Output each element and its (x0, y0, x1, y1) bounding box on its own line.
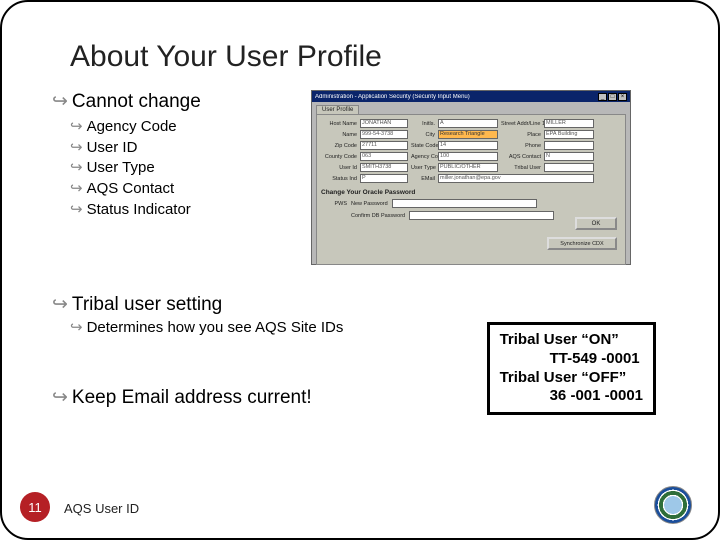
bullet-arrow-icon: ↪ (52, 90, 68, 114)
field-aqs[interactable]: N (544, 152, 594, 161)
field-agency[interactable]: 100 (438, 152, 498, 161)
screenshot-dialog: Administration - Application Security (S… (311, 90, 631, 265)
label-host: Host Name (321, 121, 357, 127)
page-number-badge: 11 (20, 492, 50, 522)
bullet-arrow-icon: ↪ (70, 180, 83, 199)
field-host[interactable]: JONATHAN (360, 119, 408, 128)
field-street2[interactable]: MILLER (544, 119, 594, 128)
field-userid[interactable]: SMITH3738 (360, 163, 408, 172)
slide-frame: About Your User Profile ↪Cannot change ↪… (0, 0, 720, 540)
callout-box: Tribal User “ON” TT-549 -0001 Tribal Use… (487, 322, 656, 415)
field-tribal[interactable] (544, 163, 594, 172)
field-state[interactable]: 14 (438, 141, 498, 150)
bullet-cannot-change: ↪Cannot change (52, 90, 297, 114)
bullet-arrow-icon: ↪ (52, 293, 68, 317)
label-agency: Agency Code (411, 154, 435, 160)
label-initl: Initls. (411, 121, 435, 127)
field-initl[interactable]: A (438, 119, 498, 128)
label-name: Name (321, 132, 357, 138)
field-city[interactable]: Research Triangle (438, 130, 498, 139)
bullet-agency-code: ↪Agency Code (70, 118, 297, 137)
hint-new-password: New Password (351, 201, 388, 207)
bullet-arrow-icon: ↪ (70, 159, 83, 178)
sync-button[interactable]: Synchronize CDX (547, 237, 617, 250)
bullet-arrow-icon: ↪ (70, 201, 83, 220)
form-grid: Host Name JONATHAN Initls. A Street Addr… (321, 119, 621, 183)
bullet-user-type: ↪User Type (70, 159, 297, 178)
callout-off-label: Tribal User “OFF” (500, 369, 643, 388)
label-tribal: Tribal User (501, 165, 541, 171)
tab-user-profile[interactable]: User Profile (316, 105, 359, 114)
callout-on-label: Tribal User “ON” (500, 331, 643, 350)
tab-bar: User Profile (316, 105, 630, 114)
field-county[interactable]: 063 (360, 152, 408, 161)
label-status: Status Ind (321, 176, 357, 182)
field-usertype[interactable]: PUBLIC/OTHER (438, 163, 498, 172)
maximize-icon[interactable]: □ (608, 93, 617, 101)
left-column: ↪Cannot change ↪Agency Code ↪User ID ↪Us… (52, 90, 297, 265)
field-confirm-password[interactable] (409, 211, 554, 220)
bullet-user-id: ↪User ID (70, 139, 297, 158)
section-change-password: Change Your Oracle Password (321, 189, 621, 196)
bullet-status-indicator: ↪Status Indicator (70, 201, 297, 220)
label-aqs: AQS Contact (501, 154, 541, 160)
form-panel: Host Name JONATHAN Initls. A Street Addr… (316, 114, 626, 265)
right-column: Administration - Application Security (S… (311, 90, 668, 265)
label-userid: User Id (321, 165, 357, 171)
label-pws: PWS (321, 201, 347, 207)
slide-title: About Your User Profile (70, 40, 668, 74)
callout-on-value: TT-549 -0001 (550, 350, 643, 369)
field-name[interactable]: 999-54-3738 (360, 130, 408, 139)
ok-button[interactable]: OK (575, 217, 617, 230)
field-email[interactable]: miller.jonathan@epa.gov (438, 174, 594, 183)
callout-off-value: 36 -001 -0001 (550, 387, 643, 406)
field-street1[interactable]: EPA Building (544, 130, 594, 139)
label-state: State Code (411, 143, 435, 149)
window-buttons: _ □ × (598, 93, 627, 101)
bullet-aqs-contact: ↪AQS Contact (70, 180, 297, 199)
label-city: City (411, 132, 435, 138)
row-new-password: PWS New Password (321, 199, 621, 208)
label-email: EMail (411, 176, 435, 182)
body-row: ↪Cannot change ↪Agency Code ↪User ID ↪Us… (52, 90, 668, 265)
label-zip: Zip Code (321, 143, 357, 149)
bullet-arrow-icon: ↪ (52, 386, 68, 410)
bullet-tribal-user: ↪Tribal user setting (52, 293, 668, 317)
field-status[interactable]: P (360, 174, 408, 183)
footer-text: AQS User ID (64, 501, 139, 516)
bullet-arrow-icon: ↪ (70, 118, 83, 137)
hint-confirm-password: Confirm DB Password (351, 213, 405, 219)
label-county: County Code (321, 154, 357, 160)
close-icon[interactable]: × (618, 93, 627, 101)
window-title: Administration - Application Security (S… (315, 94, 470, 100)
epa-logo-icon (654, 486, 692, 524)
field-new-password[interactable] (392, 199, 537, 208)
minimize-icon[interactable]: _ (598, 93, 607, 101)
label-phone: Phone (501, 143, 541, 149)
field-zip[interactable]: 27711 (360, 141, 408, 150)
bullet-arrow-icon: ↪ (70, 139, 83, 158)
window-titlebar: Administration - Application Security (S… (312, 91, 630, 102)
field-phone[interactable] (544, 141, 594, 150)
label-usertype: User Type (411, 165, 435, 171)
bullet-arrow-icon: ↪ (70, 319, 83, 338)
label-street1: Street Addr/Line 1 (501, 121, 541, 127)
label-street2: Place (501, 132, 541, 138)
